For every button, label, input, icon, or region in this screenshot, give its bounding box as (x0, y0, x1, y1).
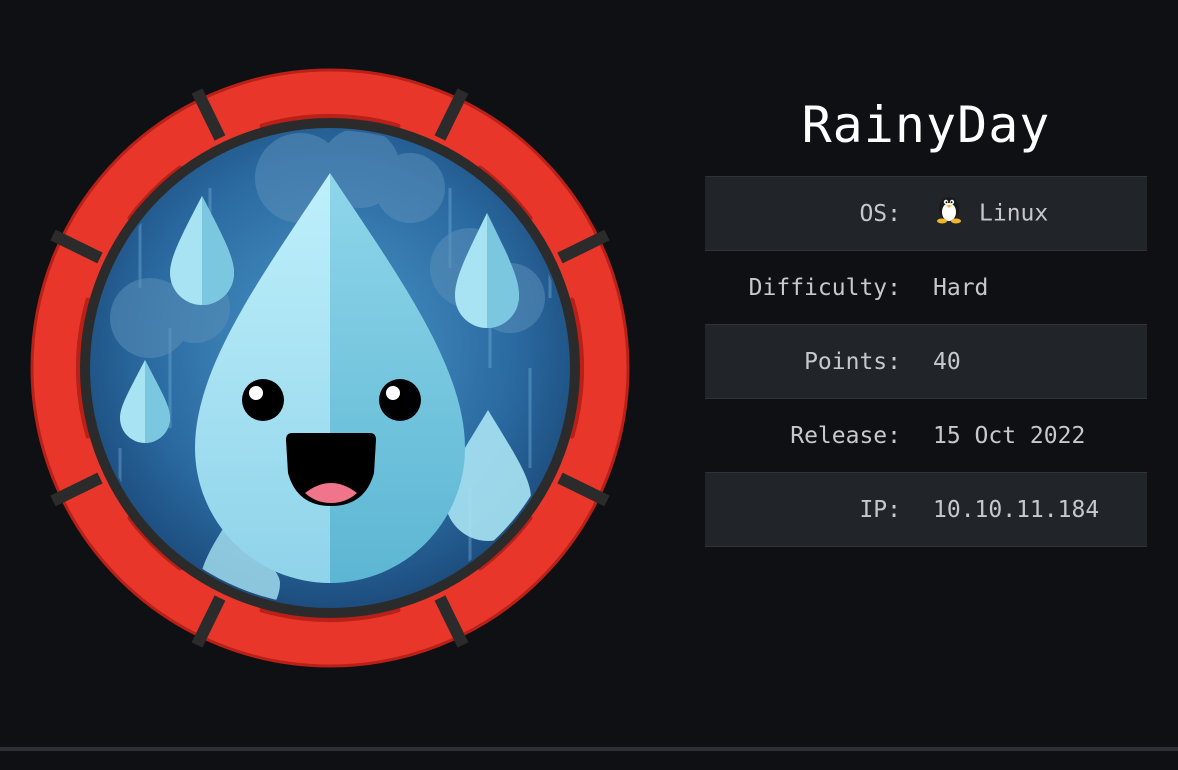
stat-row-os: OS: Linux (705, 176, 1147, 251)
stat-value-os: Linux (933, 176, 1147, 251)
stat-row-points: Points: 40 (705, 324, 1147, 399)
machine-stats-table: OS: Linux Difficulty: Hard Points: 40 Re… (705, 176, 1147, 547)
stat-label: Release: (790, 422, 901, 449)
points-value: 40 (933, 324, 1147, 399)
difficulty-value: Hard (933, 274, 989, 301)
stat-label: Points: (705, 324, 933, 399)
stat-label: IP: (705, 472, 933, 547)
stat-row-ip: IP: 10.10.11.184 (705, 472, 1147, 547)
os-value: Linux (979, 200, 1049, 226)
machine-title: RainyDay (801, 96, 1051, 154)
stat-label: Difficulty: (748, 274, 901, 301)
divider (0, 747, 1178, 751)
linux-penguin-icon (933, 192, 965, 230)
stat-row-difficulty: Difficulty: Hard (705, 251, 1147, 325)
ip-value: 10.10.11.184 (933, 472, 1147, 547)
stat-label: OS: (705, 176, 933, 251)
machine-logo (30, 68, 630, 668)
machine-info-panel: RainyDay OS: Linux Difficulty: Hard Poin… (705, 92, 1147, 547)
release-value: 15 Oct 2022 (933, 422, 1086, 449)
rain-drop-icon (30, 68, 630, 668)
stat-row-release: Release: 15 Oct 2022 (705, 399, 1147, 473)
